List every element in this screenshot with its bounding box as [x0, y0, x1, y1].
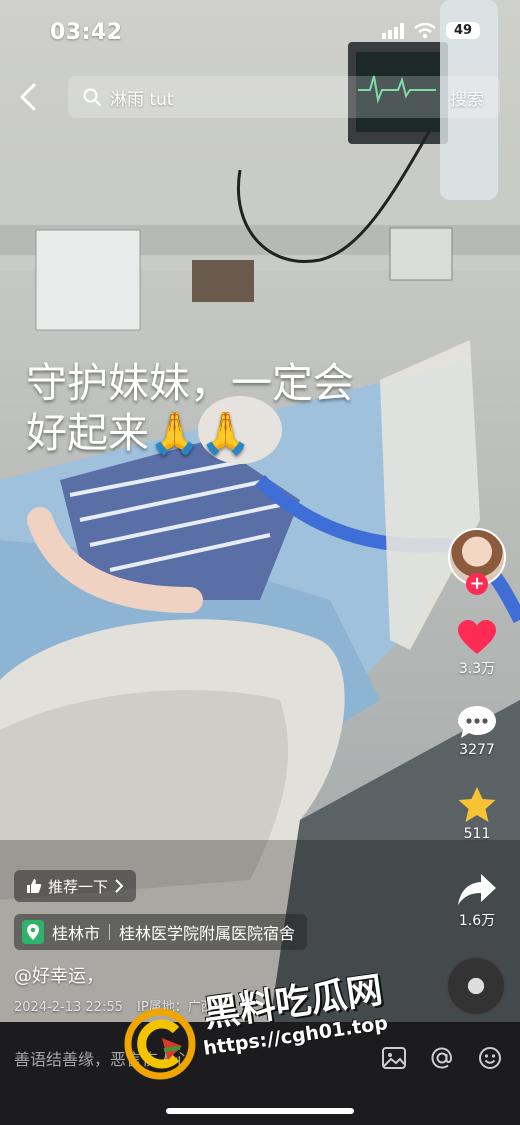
- caption-line-1: 守护妹妹，一定会: [26, 359, 354, 407]
- comment-icon: [458, 706, 496, 738]
- comment-button[interactable]: 3277: [434, 704, 520, 758]
- favorite-count: 511: [463, 826, 491, 842]
- share-arrow-icon: [458, 874, 496, 905]
- location-place: 桂林医学院附属医院宿舍: [119, 924, 296, 943]
- location-city: 桂林市: [52, 924, 101, 943]
- caption-line-2: 好起来🙏🙏: [26, 409, 252, 457]
- video-scene: [0, 0, 520, 1022]
- video-caption-overlay: 守护妹妹，一定会 好起来🙏🙏: [26, 358, 446, 458]
- battery-indicator: 49: [446, 22, 480, 39]
- watermark-logo-icon: [124, 1008, 196, 1080]
- favorite-button[interactable]: 511: [434, 786, 520, 842]
- cellular-signal-icon: [382, 22, 404, 39]
- at-mention-icon[interactable]: [428, 1044, 456, 1072]
- heart-icon: [458, 620, 496, 654]
- author-avatar-wrap[interactable]: +: [448, 528, 506, 598]
- back-button[interactable]: [14, 80, 46, 114]
- emoji-icon[interactable]: [476, 1044, 504, 1072]
- like-button[interactable]: 3.3万: [434, 620, 520, 678]
- search-button[interactable]: 搜索: [450, 85, 484, 110]
- wifi-icon: [414, 22, 436, 38]
- music-disc-icon[interactable]: [446, 956, 506, 1016]
- recommend-label: 推荐一下: [48, 877, 109, 896]
- video-frame[interactable]: [0, 0, 520, 1022]
- chevron-right-icon: [115, 879, 124, 893]
- status-bar: 03:42 49: [0, 0, 520, 66]
- share-button[interactable]: 1.6万: [434, 872, 520, 930]
- search-icon: [83, 88, 101, 106]
- share-count: 1.6万: [458, 913, 496, 929]
- location-divider: [109, 924, 111, 940]
- author-username[interactable]: @好幸运，: [14, 962, 104, 988]
- home-indicator[interactable]: [166, 1108, 354, 1114]
- recommend-chip[interactable]: 推荐一下: [14, 870, 137, 902]
- status-time: 03:42: [50, 20, 123, 45]
- search-bar[interactable]: 淋雨 tut 搜索: [68, 76, 500, 118]
- like-count: 3.3万: [458, 661, 496, 677]
- star-icon: [458, 787, 496, 822]
- location-chip[interactable]: 桂林市 桂林医学院附属医院宿舍: [14, 914, 308, 950]
- location-pin-icon: [22, 920, 44, 944]
- thumbs-up-icon: [27, 879, 42, 893]
- comment-count: 3277: [459, 742, 495, 758]
- follow-plus-icon[interactable]: +: [466, 573, 488, 595]
- site-watermark: 黑料吃瓜网 https://cgh01.top: [124, 970, 420, 1096]
- status-icons: 49: [382, 22, 480, 39]
- search-query[interactable]: 淋雨 tut: [110, 85, 450, 110]
- post-date: 2024-2-13 22:55: [14, 1000, 123, 1015]
